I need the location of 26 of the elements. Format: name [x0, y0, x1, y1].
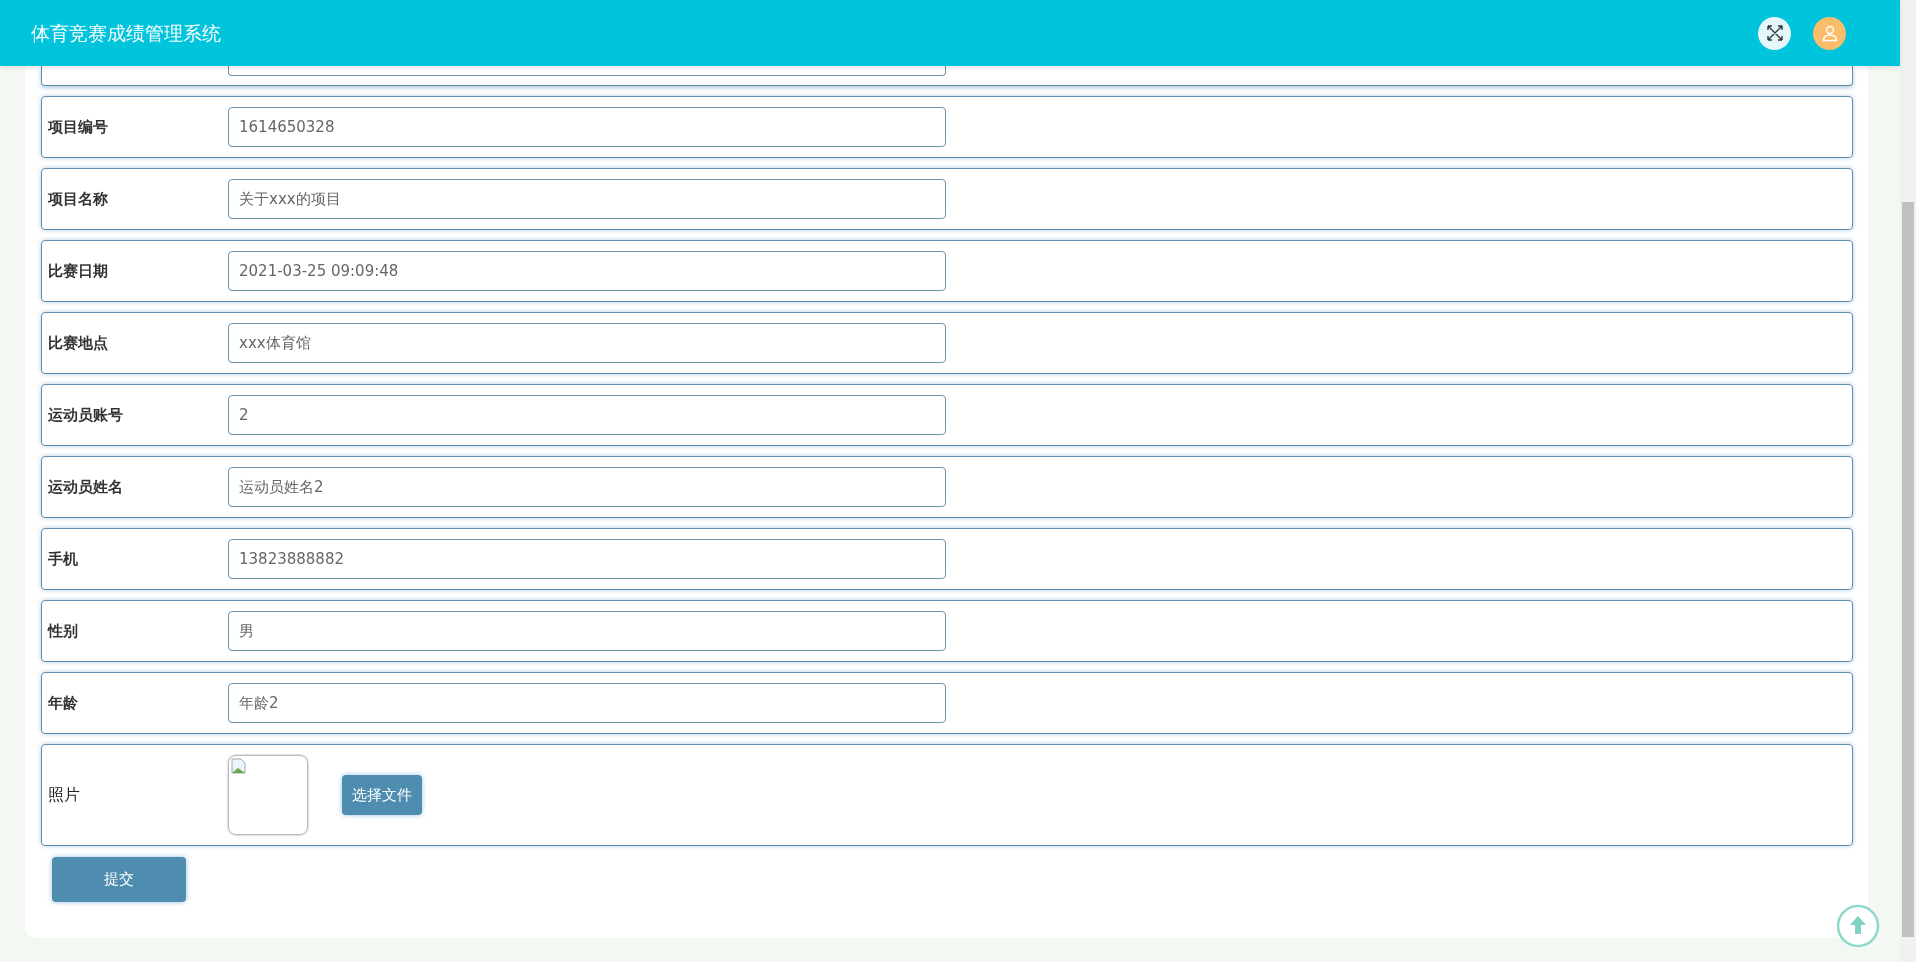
choose-file-button[interactable]: 选择文件: [342, 775, 422, 815]
field-label: 手机: [48, 548, 79, 570]
input-field[interactable]: 2021-03-25 09:09:48: [228, 251, 946, 291]
input-field[interactable]: 1614650328: [228, 107, 946, 147]
input-field[interactable]: 13823888882: [228, 539, 946, 579]
back-to-top-icon[interactable]: [1836, 904, 1880, 948]
field-label: 项目编号: [48, 116, 109, 138]
input-field[interactable]: 男: [228, 611, 946, 651]
field-label: 项目名称: [48, 188, 109, 210]
app-title: 体育竞赛成绩管理系统: [31, 20, 221, 46]
field-label: 比赛地点: [48, 332, 109, 354]
input-field[interactable]: 2: [228, 395, 946, 435]
field-label: 比赛日期: [48, 260, 109, 282]
broken-image-icon: [231, 758, 247, 774]
input-field[interactable]: xxx体育馆: [228, 323, 946, 363]
submit-button[interactable]: 提交: [52, 857, 186, 902]
field-label: 运动员账号: [48, 404, 124, 426]
input-field[interactable]: 年龄2: [228, 683, 946, 723]
input-field[interactable]: 关于xxx的项目: [228, 179, 946, 219]
field-label: 性别: [48, 620, 79, 642]
field-label: 运动员姓名: [48, 476, 124, 498]
field-label: 照片: [48, 784, 81, 806]
user-avatar-icon[interactable]: [1813, 16, 1846, 50]
input-field[interactable]: 运动员姓名2: [228, 467, 946, 507]
field-label: 年龄: [48, 692, 79, 714]
fullscreen-icon[interactable]: [1758, 16, 1791, 50]
